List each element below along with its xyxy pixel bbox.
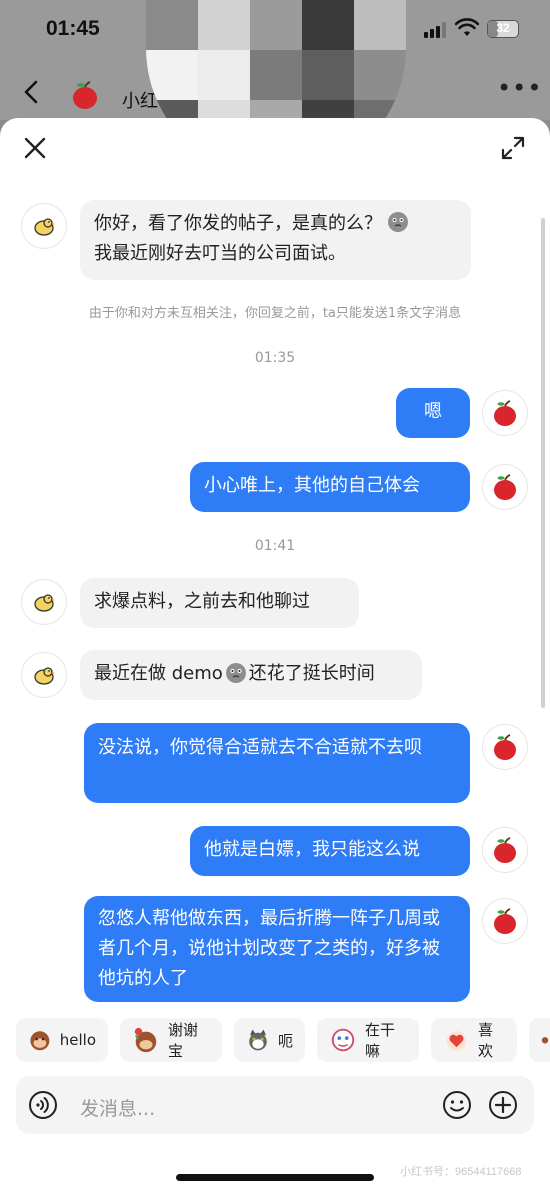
my-avatar[interactable] [482, 464, 528, 510]
apple-avatar-icon[interactable] [70, 80, 100, 110]
bird-icon [34, 667, 55, 685]
apple-icon [494, 474, 516, 500]
emoji-icon[interactable] [442, 1090, 472, 1120]
chat-sheet: 你好，看了你发的帖子，是真的么？ 我最近刚好去叮当的公司面试。 由于你和对方未互… [0, 118, 550, 1191]
my-avatar[interactable] [482, 724, 528, 770]
quick-reply-label: 呃 [277, 1031, 293, 1050]
message-bubble-incoming[interactable]: 最近在做 demo 还花了挺长时间 [80, 650, 422, 700]
quick-reply-hello[interactable]: hello [16, 1018, 108, 1062]
follow-restriction-notice: 由于你和对方未互相关注，你回复之前，ta只能发送1条文字消息 [88, 306, 462, 321]
quick-reply-more[interactable] [529, 1018, 550, 1062]
my-avatar[interactable] [482, 827, 528, 873]
monkey-flower-sticker-icon [134, 1027, 157, 1053]
quick-reply-thanks[interactable]: 谢谢宝 [120, 1018, 222, 1062]
apple-icon [494, 908, 516, 934]
watermark: 小红书号：96544117668 [400, 1166, 522, 1178]
message-text: 忽悠人帮他做东西，最后折腾一阵子几周或者几个月，说他计划改变了之类的，好多被他坑… [98, 908, 440, 989]
voice-icon[interactable] [28, 1090, 58, 1120]
sender-avatar[interactable] [21, 652, 67, 698]
battery-level: 32 [496, 21, 510, 35]
peeking-sticker-icon [331, 1028, 355, 1052]
quick-reply-er[interactable]: 呃 [234, 1018, 305, 1062]
expand-icon[interactable] [500, 135, 526, 161]
timestamp: 01:35 [254, 350, 296, 366]
sticker-face-icon [388, 212, 408, 232]
message-text: 嗯 [424, 401, 442, 422]
sticker-face-icon [225, 663, 246, 683]
monkey-sticker-icon [541, 1037, 549, 1044]
message-bubble-outgoing[interactable]: 他就是白嫖，我只能这么说 [190, 826, 470, 876]
quick-reply-bar: hello 谢谢宝 呃 在干嘛 喜欢 [0, 1018, 550, 1066]
my-avatar[interactable] [482, 898, 528, 944]
back-icon[interactable] [18, 78, 46, 106]
message-text: 还花了挺长时间 [248, 663, 375, 684]
message-text: 没法说，你觉得合适就去不合适就不去呗 [98, 737, 422, 758]
message-input[interactable]: 发消息... [80, 1094, 155, 1121]
bird-icon [34, 218, 55, 236]
message-text: 求爆点料，之前去和他聊过 [94, 591, 310, 612]
more-options-icon[interactable]: ••• [497, 76, 541, 104]
my-avatar[interactable] [482, 390, 528, 436]
plus-icon[interactable] [488, 1090, 518, 1120]
cat-sticker-icon [249, 1029, 267, 1051]
scrollbar[interactable] [541, 218, 545, 708]
monkey-sticker-icon [30, 1031, 50, 1051]
bird-icon [34, 594, 55, 612]
battery-indicator: 32 [487, 20, 519, 38]
apple-icon [494, 734, 516, 760]
apple-icon [494, 400, 516, 426]
quick-reply-like[interactable]: 喜欢 [431, 1018, 517, 1062]
quick-reply-label: hello [59, 1031, 96, 1049]
quick-reply-label: 在干嘛 [365, 1021, 396, 1060]
wifi-icon [455, 18, 479, 36]
message-bubble-outgoing[interactable]: 嗯 [396, 388, 470, 438]
heart-sticker-icon [446, 1031, 467, 1051]
message-bubble-outgoing[interactable]: 忽悠人帮他做东西，最后折腾一阵子几周或者几个月，说他计划改变了之类的，好多被他坑… [84, 896, 470, 1002]
message-text: 小心唯上，其他的自己体会 [204, 475, 420, 496]
quick-reply-what-doing[interactable]: 在干嘛 [317, 1018, 419, 1062]
message-text: 你好，看了你发的帖子，是真的么？ [94, 213, 382, 234]
message-bubble-outgoing[interactable]: 小心唯上，其他的自己体会 [190, 462, 470, 512]
apple-icon [494, 837, 516, 863]
message-bubble-incoming[interactable]: 求爆点料，之前去和他聊过 [80, 578, 359, 628]
message-text: 他就是白嫖，我只能这么说 [204, 839, 420, 860]
message-bubble-incoming[interactable]: 你好，看了你发的帖子，是真的么？ 我最近刚好去叮当的公司面试。 [80, 200, 471, 280]
home-indicator[interactable] [176, 1174, 374, 1181]
timestamp: 01:41 [254, 538, 296, 554]
status-time: 01:45 [46, 17, 100, 40]
message-text: 我最近刚好去叮当的公司面试。 [94, 243, 346, 264]
message-bubble-outgoing[interactable]: 没法说，你觉得合适就去不合适就不去呗 [84, 723, 470, 803]
sender-avatar[interactable] [21, 203, 67, 249]
cellular-signal-icon [424, 22, 446, 38]
sender-avatar[interactable] [21, 579, 67, 625]
close-icon[interactable] [22, 135, 48, 161]
quick-reply-label: 谢谢宝 [168, 1021, 199, 1060]
message-input-bar: 发消息... [16, 1076, 534, 1134]
quick-reply-label: 喜欢 [478, 1021, 494, 1060]
message-text: 最近在做 demo [94, 663, 223, 684]
